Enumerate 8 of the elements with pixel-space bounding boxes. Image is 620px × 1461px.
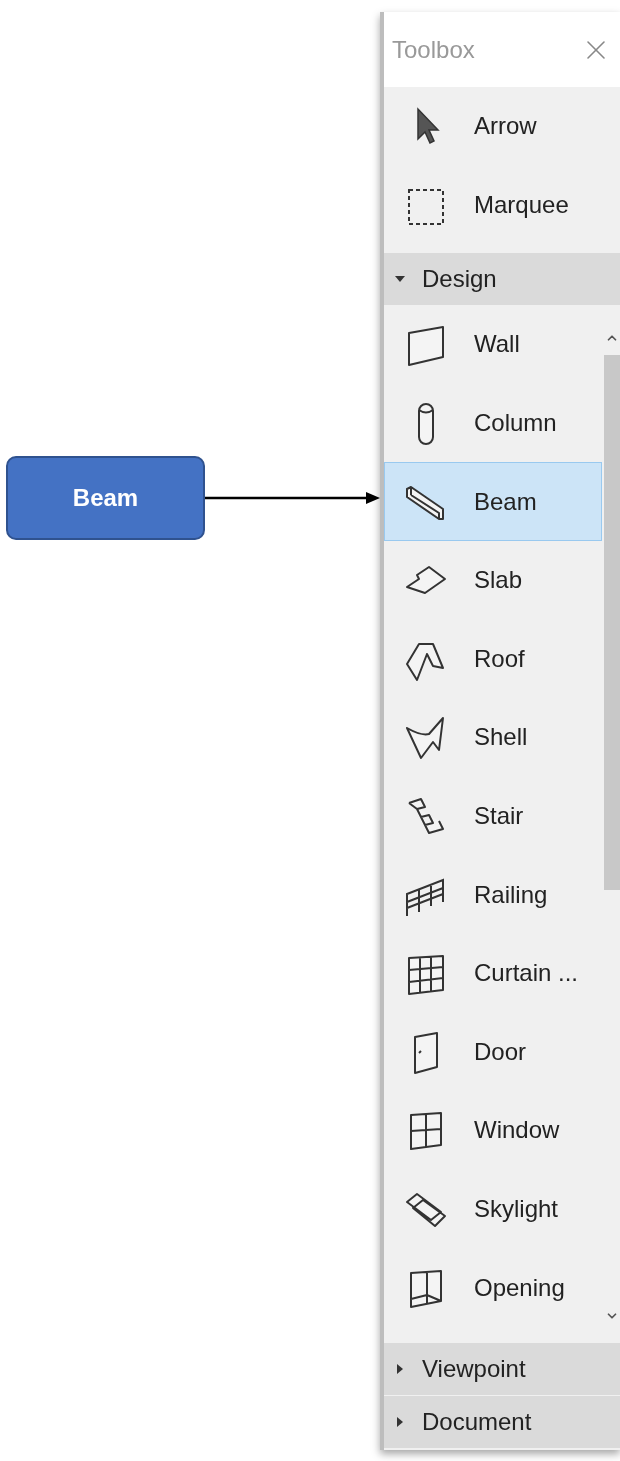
tool-item[interactable]: Arrow [384, 87, 620, 166]
tool-item[interactable]: Beam [384, 462, 602, 541]
group-header[interactable]: Viewpoint [384, 1342, 620, 1395]
group-header[interactable]: Document [384, 1395, 620, 1448]
tool-item[interactable]: Marquee [384, 165, 620, 245]
callout-box: Beam [6, 456, 205, 540]
panel-title: Toolbox [392, 34, 475, 65]
group-header[interactable]: Design [384, 253, 620, 306]
